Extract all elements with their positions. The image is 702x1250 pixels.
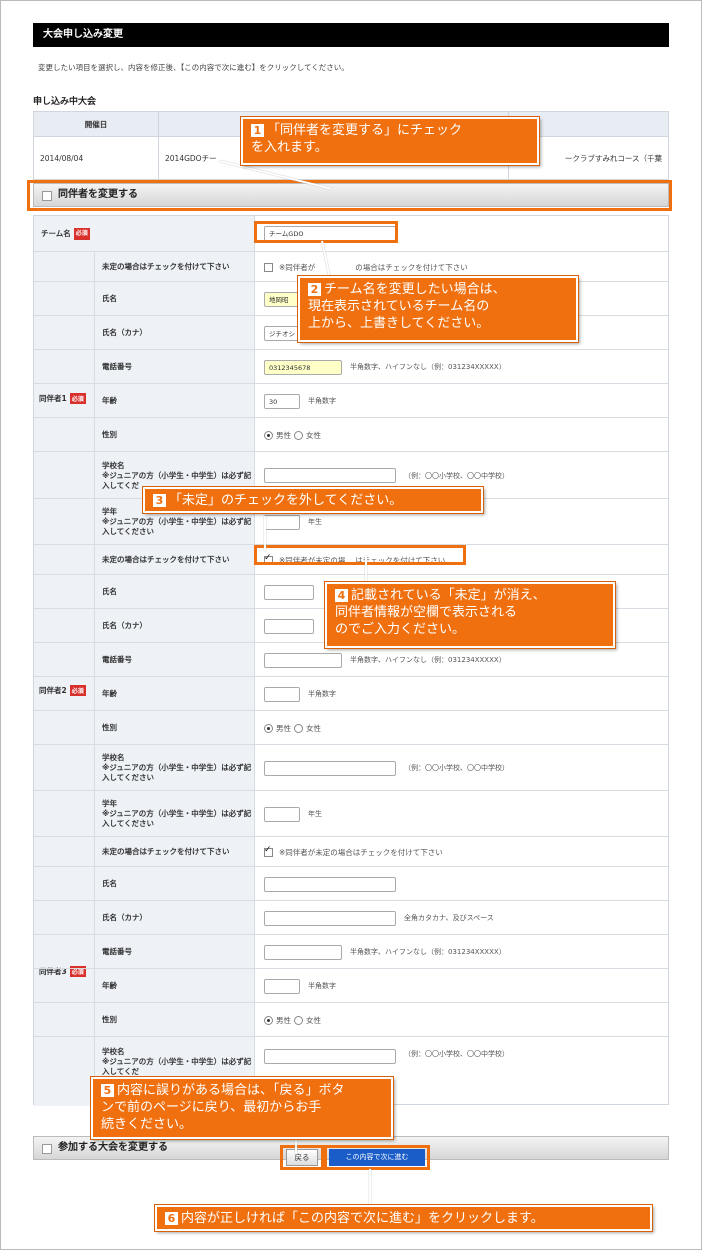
c1-age-input[interactable]: 30 — [264, 393, 300, 409]
team-label: チーム名 必須 — [34, 216, 255, 251]
c2-school-input[interactable] — [264, 760, 396, 776]
c2-phone-input[interactable] — [264, 652, 342, 668]
c2-kana-input[interactable] — [264, 618, 314, 634]
c3-kana-row: 氏名（カナ） 全角カタカナ、及びスペース — [34, 900, 668, 935]
c1-gender-female-radio[interactable] — [294, 430, 303, 440]
callout-6: 6 内容が正しければ「この内容で次に進む」をクリックします。 — [155, 1205, 652, 1231]
c2-grade-input[interactable] — [264, 806, 300, 822]
c3-gender-row: 性別 男性 女性 — [34, 1002, 668, 1037]
callout-1: 1 「同伴者を変更する」にチェック を入れます。 — [241, 117, 539, 165]
c1-grade-input[interactable] — [264, 514, 300, 530]
events-header-date: 開催日 — [33, 111, 159, 137]
event-accordion-checkbox[interactable] — [42, 1144, 52, 1154]
accordion-event-label: 参加する大会を変更する — [58, 1142, 168, 1153]
c1-phone-input[interactable]: 0312345678 — [264, 359, 342, 375]
c3-school-input[interactable] — [264, 1049, 396, 1064]
back-button[interactable]: 戻る — [286, 1149, 318, 1166]
c3-age-row: 年齢 半角数字 — [34, 968, 668, 1003]
events-cell-date: 2014/08/04 — [33, 136, 159, 180]
callout-3: 3 「未定」のチェックを外してください。 — [143, 487, 483, 513]
c3-name-input[interactable] — [264, 876, 396, 892]
callout-5: 5 内容に誤りがある場合は、「戻る」ボタ ンで前のページに戻り、最初からお手 続き… — [91, 1077, 393, 1139]
c1-undecided-checkbox[interactable] — [264, 262, 273, 272]
callout-3-pointer — [264, 516, 266, 551]
c3-phone-row: 電話番号 半角数字、ハイフンなし（例：031234XXXXX） — [34, 934, 668, 969]
c2-name-input[interactable] — [264, 584, 314, 600]
callout-2: 2 チーム名を変更したい場合は、 現在表示されているチーム名の 上から、上書きして… — [298, 276, 578, 342]
c3-kana-input[interactable] — [264, 910, 396, 926]
c3-gender-male-radio[interactable] — [264, 1015, 273, 1025]
companion-form: チーム名 必須 チームGDO 同伴者1 必須 未定の場合はチェックを付けて下さい ※… — [33, 215, 669, 1107]
required-badge: 必須 — [73, 227, 90, 240]
c2-age-row: 年齢 半角数字 — [34, 676, 668, 711]
c3-name-row: 氏名 — [34, 866, 668, 901]
c2-grade-row: 学年 ※ジュニアの方（小学生・中学生）は必ず記 入してください 年生 — [34, 790, 668, 837]
next-button[interactable]: この内容で次に進む — [329, 1149, 425, 1166]
c2-gender-male-radio[interactable] — [264, 723, 273, 733]
c1-age-row: 年齢 30 半角数字 — [34, 383, 668, 418]
highlight-frame-1 — [27, 180, 672, 211]
callout-5-pointer — [295, 1139, 297, 1154]
highlight-frame-2 — [254, 221, 398, 243]
c1-phone-row: 電話番号 0312345678 半角数字、ハイフンなし（例：031234XXXXX… — [34, 349, 668, 384]
c3-age-input[interactable] — [264, 978, 300, 994]
instruction-text: 変更したい項目を選択し、内容を修正後、【この内容で次に進む】をクリックしてくださ… — [38, 63, 349, 72]
page-title: 大会申し込み変更 — [33, 23, 669, 47]
c1-school-input[interactable] — [264, 468, 396, 483]
c3-undecided-row: 未定の場合はチェックを付けて下さい ※同伴者が未定の場合はチェックを付けて下さい — [34, 836, 668, 867]
c2-gender-row: 性別 男性 女性 — [34, 710, 668, 745]
section-label: 申し込み中大会 — [33, 97, 97, 107]
c3-gender-female-radio[interactable] — [294, 1015, 303, 1025]
c2-gender-female-radio[interactable] — [294, 723, 303, 733]
callout-6-pointer — [369, 1169, 371, 1207]
c2-school-row: 学校名 ※ジュニアの方（小学生・中学生）は必ず記 入してください （例：〇〇小学… — [34, 744, 668, 791]
c3-phone-input[interactable] — [264, 944, 342, 960]
c1-gender-row: 性別 男性 女性 — [34, 417, 668, 452]
callout-4: 4 記載されている「未定」が消え、 同伴者情報が空欄で表示される のでご入力くださ… — [325, 582, 615, 648]
c1-gender-male-radio[interactable] — [264, 430, 273, 440]
highlight-frame-3 — [254, 545, 466, 565]
c2-age-input[interactable] — [264, 686, 300, 702]
c3-undecided-checkbox[interactable] — [264, 845, 273, 857]
